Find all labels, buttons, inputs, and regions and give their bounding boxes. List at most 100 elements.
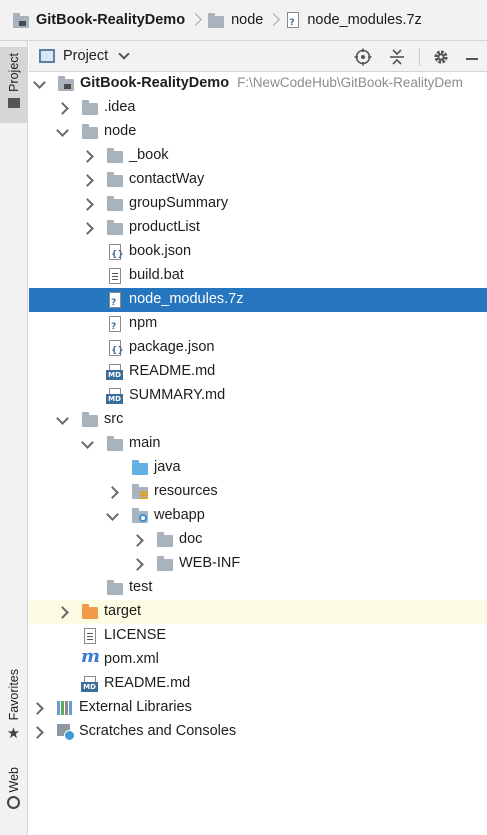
chevron-down-icon[interactable]	[33, 78, 45, 90]
tree-item-folder[interactable]: resources	[29, 480, 487, 504]
folder-icon	[106, 172, 124, 188]
breadcrumb-separator	[269, 12, 279, 28]
chevron-right-icon[interactable]	[56, 102, 68, 114]
chevron-right-icon[interactable]	[131, 558, 143, 570]
tree-item-label: build.bat	[129, 267, 184, 283]
breadcrumb-item-project[interactable]: GitBook-RealityDemo	[12, 0, 185, 40]
tree-item-label: test	[129, 579, 153, 595]
chevron-right-icon[interactable]	[56, 606, 68, 618]
chevron-down-icon[interactable]	[56, 414, 68, 426]
folder-icon	[156, 532, 174, 548]
tree-item-label: node	[104, 123, 137, 139]
tree-item-label: GitBook-RealityDemo	[80, 75, 230, 91]
tree-item-label: productList	[129, 219, 200, 235]
text-file-icon	[107, 268, 125, 284]
tree-item-label: pom.xml	[104, 651, 159, 667]
tree-item-file-selected[interactable]: ? node_modules.7z	[29, 288, 487, 312]
tree-item-label: README.md	[104, 675, 191, 691]
tree-item-label: webapp	[154, 507, 205, 523]
folder-icon	[106, 580, 124, 596]
tree-item-folder-excluded[interactable]: target	[29, 600, 487, 624]
tree-item-label: External Libraries	[79, 699, 192, 715]
chevron-down-icon[interactable]	[81, 438, 93, 450]
tree-item-folder[interactable]: doc	[29, 528, 487, 552]
tree-item-label: _book	[129, 147, 169, 163]
tree-item-file[interactable]: MD README.md	[29, 360, 487, 384]
project-tool-tab[interactable]: Project	[0, 47, 27, 123]
hide-panel-button[interactable]	[461, 46, 483, 68]
tree-item-folder[interactable]: node	[29, 120, 487, 144]
breadcrumb: GitBook-RealityDemo node ? node_modules.…	[0, 0, 487, 41]
tree-item-file[interactable]: LICENSE	[29, 624, 487, 648]
tree-item-file[interactable]: m pom.xml	[29, 648, 487, 672]
json-file-icon: {}	[107, 244, 125, 260]
tree-item-label: .idea	[104, 99, 136, 115]
chevron-down-icon[interactable]	[118, 48, 130, 60]
tree-item-label: main	[129, 435, 161, 451]
chevron-right-icon[interactable]	[81, 174, 93, 186]
collapse-all-button[interactable]	[386, 46, 408, 68]
chevron-right-icon[interactable]	[81, 222, 93, 234]
chevron-right-icon[interactable]	[106, 486, 118, 498]
minimize-icon	[466, 58, 478, 60]
folder-icon	[106, 220, 124, 236]
favorites-tool-tab[interactable]: Favorites ★	[0, 669, 27, 747]
star-icon: ★	[6, 725, 21, 743]
tree-item-file[interactable]: ? npm	[29, 312, 487, 336]
tree-item-label: target	[104, 603, 142, 619]
tree-item-folder[interactable]: groupSummary	[29, 192, 487, 216]
collapse-icon	[390, 49, 404, 65]
chevron-right-icon[interactable]	[31, 702, 43, 714]
breadcrumb-item-node[interactable]: node	[207, 0, 263, 40]
breadcrumb-separator	[191, 12, 201, 28]
locate-file-button[interactable]	[352, 46, 374, 68]
tree-item-folder[interactable]: WEB-INF	[29, 552, 487, 576]
tree-item-folder[interactable]: main	[29, 432, 487, 456]
folder-icon	[81, 412, 99, 428]
chevron-down-icon[interactable]	[106, 510, 118, 522]
folder-icon	[106, 436, 124, 452]
tree-item-folder[interactable]: webapp	[29, 504, 487, 528]
tree-item-file[interactable]: MD README.md	[29, 672, 487, 696]
tree-item-scratches[interactable]: Scratches and Consoles	[29, 720, 487, 744]
breadcrumb-item-file[interactable]: ? node_modules.7z	[285, 0, 422, 40]
tree-item-folder[interactable]: src	[29, 408, 487, 432]
web-tab-label: Web	[6, 767, 21, 793]
tree-item-label: doc	[179, 531, 203, 547]
tree-item-folder[interactable]: contactWay	[29, 168, 487, 192]
chevron-right-icon[interactable]	[81, 198, 93, 210]
markdown-file-icon: MD	[81, 676, 99, 692]
gear-icon	[434, 50, 448, 64]
tree-item-file[interactable]: {} book.json	[29, 240, 487, 264]
favorites-tab-label: Favorites	[6, 669, 21, 721]
settings-button[interactable]	[430, 46, 452, 68]
tree-item-root[interactable]: GitBook-RealityDemo F:\NewCodeHub\GitBook…	[29, 72, 487, 96]
left-tool-strip: Project Favorites ★ Web	[0, 41, 28, 835]
tree-item-label: npm	[129, 315, 158, 331]
libraries-icon	[57, 700, 75, 716]
folder-icon	[156, 556, 174, 572]
tree-item-label: book.json	[129, 243, 192, 259]
unknown-file-icon: ?	[107, 316, 125, 332]
tree-item-file[interactable]: MD SUMMARY.md	[29, 384, 487, 408]
project-tree: GitBook-RealityDemo F:\NewCodeHub\GitBook…	[29, 72, 487, 835]
folder-icon	[106, 148, 124, 164]
chevron-right-icon[interactable]	[31, 726, 43, 738]
chevron-down-icon[interactable]	[56, 126, 68, 138]
tree-item-label: java	[154, 459, 181, 475]
tree-item-external-libraries[interactable]: External Libraries	[29, 696, 487, 720]
chevron-right-icon[interactable]	[131, 534, 143, 546]
chevron-right-icon[interactable]	[81, 150, 93, 162]
tree-item-folder[interactable]: test	[29, 576, 487, 600]
tree-item-file[interactable]: {} package.json	[29, 336, 487, 360]
tree-item-folder[interactable]: _book	[29, 144, 487, 168]
web-tool-tab[interactable]: Web	[0, 767, 27, 823]
tree-item-file[interactable]: build.bat	[29, 264, 487, 288]
source-folder-icon	[131, 460, 149, 476]
text-file-icon	[82, 628, 100, 644]
tree-item-folder[interactable]: java	[29, 456, 487, 480]
module-folder-icon	[57, 76, 75, 92]
tree-item-label: contactWay	[129, 171, 205, 187]
tree-item-folder[interactable]: productList	[29, 216, 487, 240]
tree-item-folder[interactable]: .idea	[29, 96, 487, 120]
